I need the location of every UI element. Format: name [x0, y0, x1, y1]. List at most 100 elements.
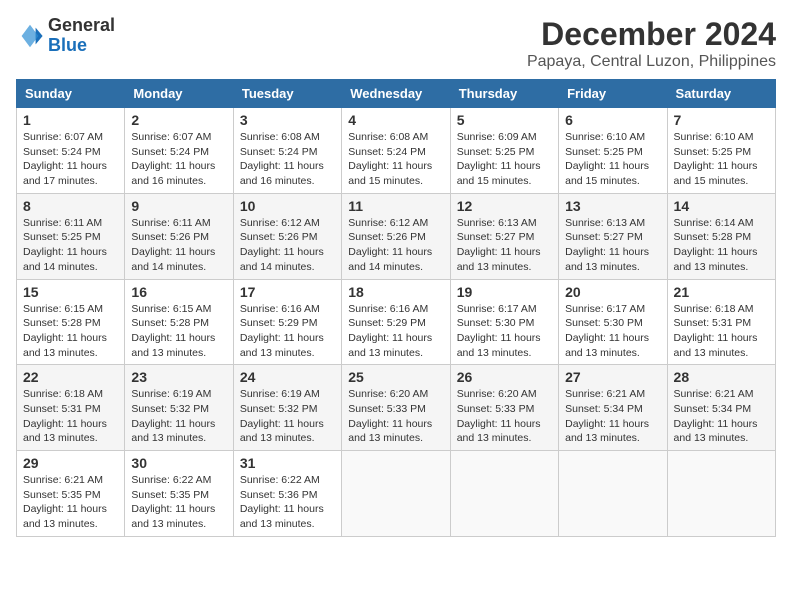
location-title: Papaya, Central Luzon, Philippines	[527, 53, 776, 71]
day-number: 27	[565, 369, 660, 385]
table-row: 26 Sunrise: 6:20 AM Sunset: 5:33 PM Dayli…	[450, 365, 558, 451]
day-number: 30	[131, 455, 226, 471]
day-number: 25	[348, 369, 443, 385]
table-row: 3Sunrise: 6:08 AM Sunset: 5:24 PM Daylig…	[233, 108, 341, 194]
table-row: 10 Sunrise: 6:12 AM Sunset: 5:26 PM Dayli…	[233, 193, 341, 279]
calendar-header-row: Sunday Monday Tuesday Wednesday Thursday…	[17, 80, 776, 108]
day-info: Sunrise: 6:07 AM Sunset: 5:24 PM Dayligh…	[131, 130, 226, 189]
table-row: 30 Sunrise: 6:22 AM Sunset: 5:35 PM Dayli…	[125, 451, 233, 537]
day-number: 23	[131, 369, 226, 385]
calendar-week-row: 1 Sunrise: 6:07 AM Sunset: 5:24 PM Daylig…	[17, 108, 776, 194]
table-row: 15Sunrise: 6:15 AM Sunset: 5:28 PM Dayli…	[17, 279, 125, 365]
header-saturday: Saturday	[667, 80, 775, 108]
day-number: 12	[457, 198, 552, 214]
day-number: 7	[674, 112, 769, 128]
day-number: 6	[565, 112, 660, 128]
header-wednesday: Wednesday	[342, 80, 450, 108]
header: General Blue December 2024 Papaya, Centr…	[16, 16, 776, 71]
logo-general-text: General	[48, 15, 115, 35]
table-row	[450, 451, 558, 537]
day-info: Sunrise: 6:18 AM Sunset: 5:31 PM Dayligh…	[674, 302, 769, 361]
table-row: 11 Sunrise: 6:12 AM Sunset: 5:26 PM Dayli…	[342, 193, 450, 279]
day-info: Sunrise: 6:20 AM Sunset: 5:33 PM Dayligh…	[457, 387, 552, 446]
table-row: 14Sunrise: 6:14 AM Sunset: 5:28 PM Dayli…	[667, 193, 775, 279]
table-row: 31 Sunrise: 6:22 AM Sunset: 5:36 PM Dayli…	[233, 451, 341, 537]
table-row	[342, 451, 450, 537]
day-info: Sunrise: 6:12 AM Sunset: 5:26 PM Dayligh…	[348, 216, 443, 275]
day-info: Sunrise: 6:10 AM Sunset: 5:25 PM Dayligh…	[565, 130, 660, 189]
day-info: Sunrise: 6:21 AM Sunset: 5:34 PM Dayligh…	[565, 387, 660, 446]
day-info: Sunrise: 6:13 AM Sunset: 5:27 PM Dayligh…	[457, 216, 552, 275]
day-number: 19	[457, 284, 552, 300]
header-thursday: Thursday	[450, 80, 558, 108]
table-row: 16Sunrise: 6:15 AM Sunset: 5:28 PM Dayli…	[125, 279, 233, 365]
table-row: 22 Sunrise: 6:18 AM Sunset: 5:31 PM Dayli…	[17, 365, 125, 451]
calendar-week-row: 8 Sunrise: 6:11 AM Sunset: 5:25 PM Daylig…	[17, 193, 776, 279]
day-info: Sunrise: 6:11 AM Sunset: 5:25 PM Dayligh…	[23, 216, 118, 275]
calendar-week-row: 29 Sunrise: 6:21 AM Sunset: 5:35 PM Dayli…	[17, 451, 776, 537]
day-info: Sunrise: 6:09 AM Sunset: 5:25 PM Dayligh…	[457, 130, 552, 189]
day-info: Sunrise: 6:17 AM Sunset: 5:30 PM Dayligh…	[457, 302, 552, 361]
day-info: Sunrise: 6:13 AM Sunset: 5:27 PM Dayligh…	[565, 216, 660, 275]
table-row	[559, 451, 667, 537]
day-number: 24	[240, 369, 335, 385]
day-info: Sunrise: 6:08 AM Sunset: 5:24 PM Dayligh…	[240, 130, 335, 189]
table-row: 13 Sunrise: 6:13 AM Sunset: 5:27 PM Dayli…	[559, 193, 667, 279]
table-row: 19 Sunrise: 6:17 AM Sunset: 5:30 PM Dayli…	[450, 279, 558, 365]
day-info: Sunrise: 6:18 AM Sunset: 5:31 PM Dayligh…	[23, 387, 118, 446]
day-number: 10	[240, 198, 335, 214]
day-number: 9	[131, 198, 226, 214]
calendar-week-row: 22 Sunrise: 6:18 AM Sunset: 5:31 PM Dayli…	[17, 365, 776, 451]
day-info: Sunrise: 6:08 AM Sunset: 5:24 PM Dayligh…	[348, 130, 443, 189]
day-number: 29	[23, 455, 118, 471]
day-number: 2	[131, 112, 226, 128]
day-info: Sunrise: 6:16 AM Sunset: 5:29 PM Dayligh…	[240, 302, 335, 361]
table-row: 7 Sunrise: 6:10 AM Sunset: 5:25 PM Daylig…	[667, 108, 775, 194]
day-info: Sunrise: 6:12 AM Sunset: 5:26 PM Dayligh…	[240, 216, 335, 275]
day-info: Sunrise: 6:19 AM Sunset: 5:32 PM Dayligh…	[131, 387, 226, 446]
table-row	[667, 451, 775, 537]
day-number: 31	[240, 455, 335, 471]
table-row: 25Sunrise: 6:20 AM Sunset: 5:33 PM Dayli…	[342, 365, 450, 451]
day-number: 26	[457, 369, 552, 385]
day-info: Sunrise: 6:10 AM Sunset: 5:25 PM Dayligh…	[674, 130, 769, 189]
day-number: 11	[348, 198, 443, 214]
logo-text: General Blue	[48, 16, 115, 56]
day-number: 13	[565, 198, 660, 214]
table-row: 17 Sunrise: 6:16 AM Sunset: 5:29 PM Dayli…	[233, 279, 341, 365]
day-number: 21	[674, 284, 769, 300]
day-info: Sunrise: 6:22 AM Sunset: 5:36 PM Dayligh…	[240, 473, 335, 532]
day-number: 28	[674, 369, 769, 385]
header-friday: Friday	[559, 80, 667, 108]
day-info: Sunrise: 6:14 AM Sunset: 5:28 PM Dayligh…	[674, 216, 769, 275]
table-row: 28 Sunrise: 6:21 AM Sunset: 5:34 PM Dayli…	[667, 365, 775, 451]
calendar-table: Sunday Monday Tuesday Wednesday Thursday…	[16, 79, 776, 537]
day-info: Sunrise: 6:15 AM Sunset: 5:28 PM Dayligh…	[131, 302, 226, 361]
day-info: Sunrise: 6:21 AM Sunset: 5:35 PM Dayligh…	[23, 473, 118, 532]
day-number: 17	[240, 284, 335, 300]
day-number: 18	[348, 284, 443, 300]
day-info: Sunrise: 6:15 AM Sunset: 5:28 PM Dayligh…	[23, 302, 118, 361]
table-row: 1Sunrise: 6:07 AM Sunset: 5:24 PM Daylig…	[17, 108, 125, 194]
day-number: 20	[565, 284, 660, 300]
table-row: 6 Sunrise: 6:10 AM Sunset: 5:25 PM Daylig…	[559, 108, 667, 194]
day-info: Sunrise: 6:22 AM Sunset: 5:35 PM Dayligh…	[131, 473, 226, 532]
table-row: 18Sunrise: 6:16 AM Sunset: 5:29 PM Dayli…	[342, 279, 450, 365]
logo: General Blue	[16, 16, 115, 56]
header-sunday: Sunday	[17, 80, 125, 108]
day-number: 5	[457, 112, 552, 128]
logo-blue-text: Blue	[48, 35, 87, 55]
calendar-week-row: 15Sunrise: 6:15 AM Sunset: 5:28 PM Dayli…	[17, 279, 776, 365]
day-number: 1	[23, 112, 118, 128]
day-info: Sunrise: 6:19 AM Sunset: 5:32 PM Dayligh…	[240, 387, 335, 446]
day-number: 22	[23, 369, 118, 385]
day-number: 4	[348, 112, 443, 128]
table-row: 4 Sunrise: 6:08 AM Sunset: 5:24 PM Daylig…	[342, 108, 450, 194]
day-number: 8	[23, 198, 118, 214]
header-monday: Monday	[125, 80, 233, 108]
day-info: Sunrise: 6:17 AM Sunset: 5:30 PM Dayligh…	[565, 302, 660, 361]
table-row: 20 Sunrise: 6:17 AM Sunset: 5:30 PM Dayli…	[559, 279, 667, 365]
table-row: 2 Sunrise: 6:07 AM Sunset: 5:24 PM Daylig…	[125, 108, 233, 194]
day-info: Sunrise: 6:21 AM Sunset: 5:34 PM Dayligh…	[674, 387, 769, 446]
table-row: 12 Sunrise: 6:13 AM Sunset: 5:27 PM Dayli…	[450, 193, 558, 279]
